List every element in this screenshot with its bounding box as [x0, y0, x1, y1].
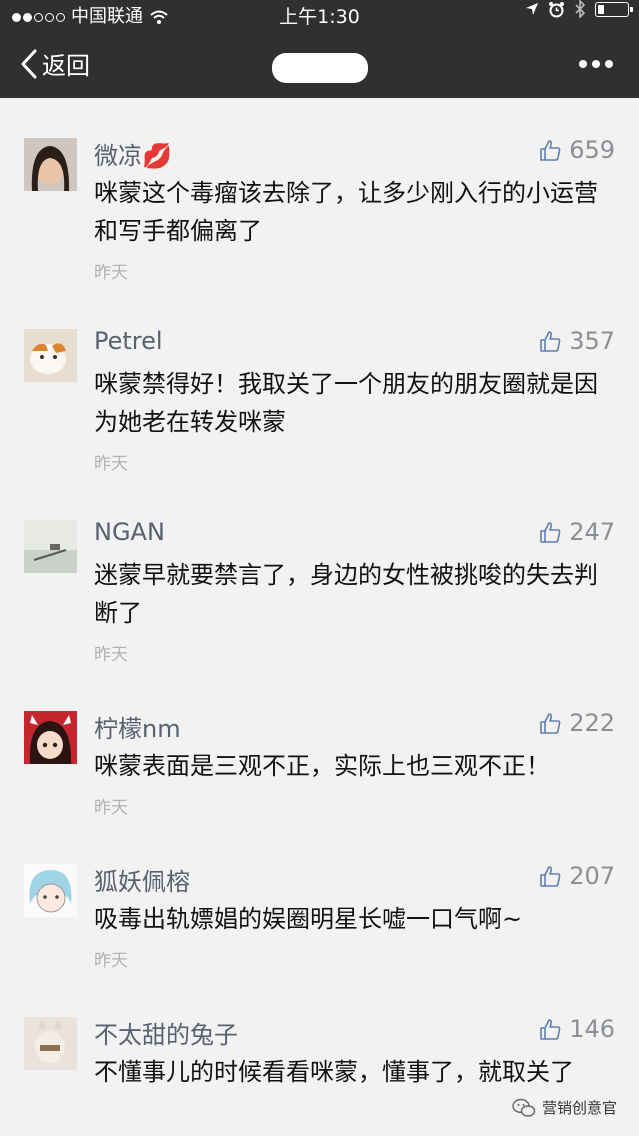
like-button[interactable]: 222 [539, 709, 615, 737]
like-count: 357 [569, 327, 615, 355]
alarm-icon [549, 1, 564, 17]
avatar[interactable] [24, 864, 77, 917]
comment-date: 昨天 [94, 263, 128, 283]
top-bar: 中国联通 上午1:30 返回 [0, 0, 639, 98]
commenter-name: 不太甜的兔子 [94, 1021, 238, 1049]
comment-text: 吸毒出轨嫖娼的娱圈明星长嘘一口气啊~ [94, 905, 523, 933]
thumbs-up-icon [540, 712, 561, 734]
like-count: 247 [569, 518, 615, 546]
redacted-title [272, 53, 368, 83]
like-button[interactable]: 146 [539, 1015, 615, 1043]
commenter-name: Petrel [94, 327, 163, 355]
navigation-bar: 返回 [0, 34, 639, 98]
avatar[interactable] [24, 1017, 77, 1070]
wechat-icon [512, 1098, 536, 1117]
chevron-left-icon [21, 49, 37, 78]
like-count: 659 [569, 136, 615, 164]
watermark: 营销创意官 [512, 1097, 617, 1118]
comment-date: 昨天 [94, 798, 128, 818]
like-count: 222 [569, 709, 615, 737]
avatar[interactable] [24, 711, 77, 764]
avatar[interactable] [24, 138, 77, 191]
comment-date: 昨天 [94, 951, 128, 971]
thumbs-up-icon [540, 865, 561, 887]
like-button[interactable]: 659 [539, 136, 615, 164]
avatar[interactable] [24, 520, 77, 573]
back-button[interactable]: 返回 [20, 46, 90, 81]
commenter-name: NGAN [94, 518, 165, 546]
commenter-name: 微凉💋 [94, 142, 172, 170]
like-button[interactable]: 207 [539, 862, 615, 890]
comment-text: 咪蒙禁得好！我取关了一个朋友的朋友圈就是因为她老在转发咪蒙 [94, 370, 598, 436]
back-label: 返回 [42, 52, 90, 80]
battery-icon [595, 1, 633, 17]
location-arrow-icon [526, 3, 538, 15]
comment-date: 昨天 [94, 645, 128, 665]
commenter-name: 柠檬nm [94, 715, 181, 743]
status-bar: 中国联通 上午1:30 [0, 0, 639, 34]
commenter-name: 狐妖佩榕 [94, 868, 190, 896]
thumbs-up-icon [540, 1018, 561, 1040]
thumbs-up-icon [540, 139, 561, 161]
thumbs-up-icon [540, 330, 561, 352]
thumbs-up-icon [540, 521, 561, 543]
more-dot [579, 60, 587, 68]
more-dot [605, 60, 613, 68]
comment-date: 昨天 [94, 454, 128, 474]
more-options-button[interactable] [579, 60, 613, 68]
like-count: 146 [569, 1015, 615, 1043]
like-count: 207 [569, 862, 615, 890]
more-dot [592, 60, 600, 68]
comment-text: 咪蒙这个毒瘤该去除了，让多少刚入行的小运营和写手都偏离了 [94, 179, 598, 245]
comment-text: 不懂事儿的时候看看咪蒙，懂事了，就取关了 [94, 1058, 574, 1086]
watermark-text: 营销创意官 [541, 1099, 617, 1117]
comment-text: 咪蒙表面是三观不正，实际上也三观不正！ [94, 752, 550, 780]
like-button[interactable]: 247 [539, 518, 615, 546]
avatar[interactable] [24, 329, 77, 382]
comment-text: 迷蒙早就要禁言了，身边的女性被挑唆的失去判断了 [94, 561, 598, 627]
like-button[interactable]: 357 [539, 327, 615, 355]
bluetooth-icon [575, 0, 586, 18]
